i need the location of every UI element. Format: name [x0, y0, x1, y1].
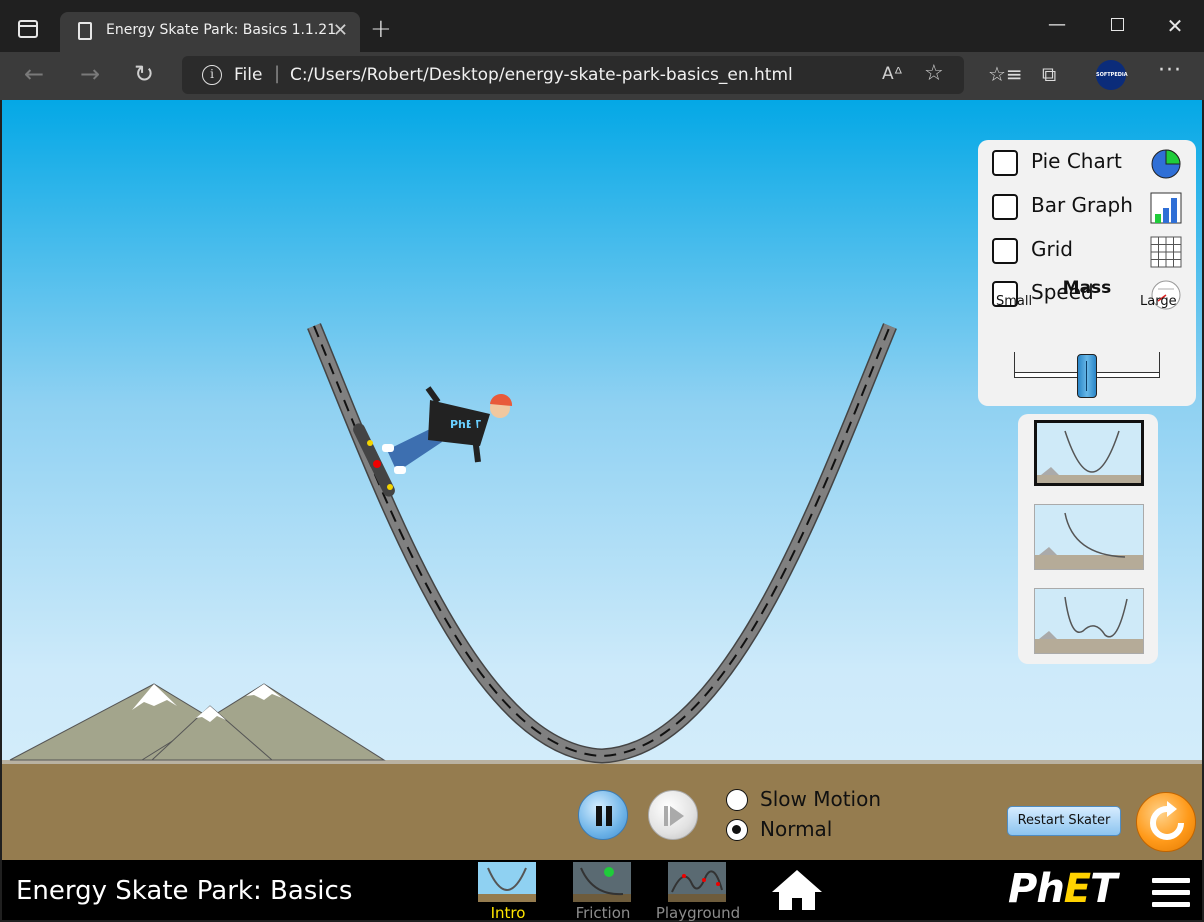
normal-speed-radio[interactable] [726, 819, 748, 841]
mass-small-label: Small [996, 294, 1033, 309]
track-u-shape[interactable] [1034, 420, 1144, 486]
screen-friction[interactable]: Friction [573, 862, 633, 922]
grid-label: Grid [1031, 237, 1073, 261]
sim-navigation-bar: Energy Skate Park: Basics Intro Friction… [2, 860, 1202, 922]
home-icon[interactable] [770, 868, 824, 912]
grid-option[interactable]: Grid [992, 236, 1192, 268]
intro-screen-icon [478, 862, 536, 902]
minimize-button[interactable]: — [1042, 14, 1072, 35]
bar-graph-label: Bar Graph [1031, 193, 1133, 217]
mountains [9, 683, 386, 761]
add-favorite-icon[interactable]: ☆ [924, 61, 944, 86]
close-tab-icon[interactable]: ✕ [333, 20, 348, 41]
title-bar: Energy Skate Park: Basics 1.1.21 ✕ + — ✕ [0, 0, 1204, 52]
pie-chart-label: Pie Chart [1031, 149, 1122, 173]
site-info-icon[interactable]: i [202, 65, 222, 85]
bar-graph-option[interactable]: Bar Graph [992, 192, 1192, 224]
mass-slider-tick-min [1014, 352, 1015, 372]
track-ramp[interactable] [1034, 504, 1144, 570]
tab-title: Energy Skate Park: Basics 1.1.21 [106, 22, 337, 38]
reset-all-button[interactable] [1136, 792, 1196, 852]
screen-intro[interactable]: Intro [478, 862, 538, 922]
restart-skater-button[interactable]: Restart Skater [1007, 806, 1121, 836]
bar-graph-checkbox[interactable] [992, 194, 1018, 220]
simulation-area: PhET Pie Chart Bar Graph Grid Speed Mass… [2, 100, 1202, 860]
step-forward-button[interactable] [648, 790, 698, 840]
playground-screen-icon [668, 862, 726, 902]
slow-motion-radio[interactable] [726, 789, 748, 811]
maximize-icon [1110, 18, 1124, 31]
reset-icon [1150, 801, 1184, 840]
reload-button[interactable]: ↻ [134, 60, 154, 88]
phet-logo[interactable]: PhET [1008, 866, 1117, 912]
screen-friction-label: Friction [575, 904, 631, 922]
browser-tab[interactable]: Energy Skate Park: Basics 1.1.21 ✕ [60, 12, 360, 52]
screen-intro-label: Intro [490, 904, 526, 922]
document-icon [78, 22, 92, 40]
slow-motion-label: Slow Motion [760, 787, 882, 811]
collections-icon[interactable]: ⧉ [1042, 62, 1056, 86]
back-button[interactable]: ← [24, 60, 44, 88]
browser-toolbar: ← → ↻ i File | C:/Users/Robert/Desktop/e… [0, 52, 1204, 100]
friction-screen-icon [573, 862, 631, 902]
close-window-button[interactable]: ✕ [1160, 14, 1190, 38]
screen-playground-label: Playground [655, 904, 741, 922]
skate-track[interactable] [307, 323, 897, 764]
pause-button[interactable] [578, 790, 628, 840]
forward-button[interactable]: → [80, 60, 100, 88]
sim-title: Energy Skate Park: Basics [16, 876, 353, 906]
track-double-well[interactable] [1034, 588, 1144, 654]
track-selector [1018, 414, 1158, 664]
mass-slider-tick-max [1159, 352, 1160, 372]
grid-icon [1150, 236, 1182, 268]
address-scheme: File [234, 65, 263, 85]
pie-chart-option[interactable]: Pie Chart [992, 148, 1192, 179]
more-menu-icon[interactable]: ··· [1158, 58, 1182, 83]
bar-graph-icon [1150, 192, 1182, 224]
address-separator: | [274, 63, 281, 84]
address-bar[interactable]: i File | C:/Users/Robert/Desktop/energy-… [182, 56, 964, 94]
mass-slider-thumb[interactable] [1076, 354, 1097, 398]
profile-avatar[interactable]: SOFTPEDIA [1096, 60, 1128, 90]
screen-playground[interactable]: Playground [656, 862, 740, 922]
mass-large-label: Large [1140, 294, 1177, 309]
new-tab-button[interactable]: + [370, 14, 392, 44]
tab-actions-icon[interactable] [18, 20, 38, 38]
grid-checkbox[interactable] [992, 238, 1018, 264]
favorites-icon[interactable]: ☆≡ [988, 62, 1023, 86]
normal-speed-label: Normal [760, 817, 833, 841]
pie-chart-icon [1151, 149, 1181, 179]
read-aloud-icon[interactable]: Aᐞ [882, 64, 903, 84]
address-url[interactable]: C:/Users/Robert/Desktop/energy-skate-par… [290, 65, 793, 85]
maximize-button[interactable] [1102, 14, 1132, 36]
menu-icon[interactable] [1152, 878, 1190, 908]
pie-chart-checkbox[interactable] [992, 150, 1018, 176]
